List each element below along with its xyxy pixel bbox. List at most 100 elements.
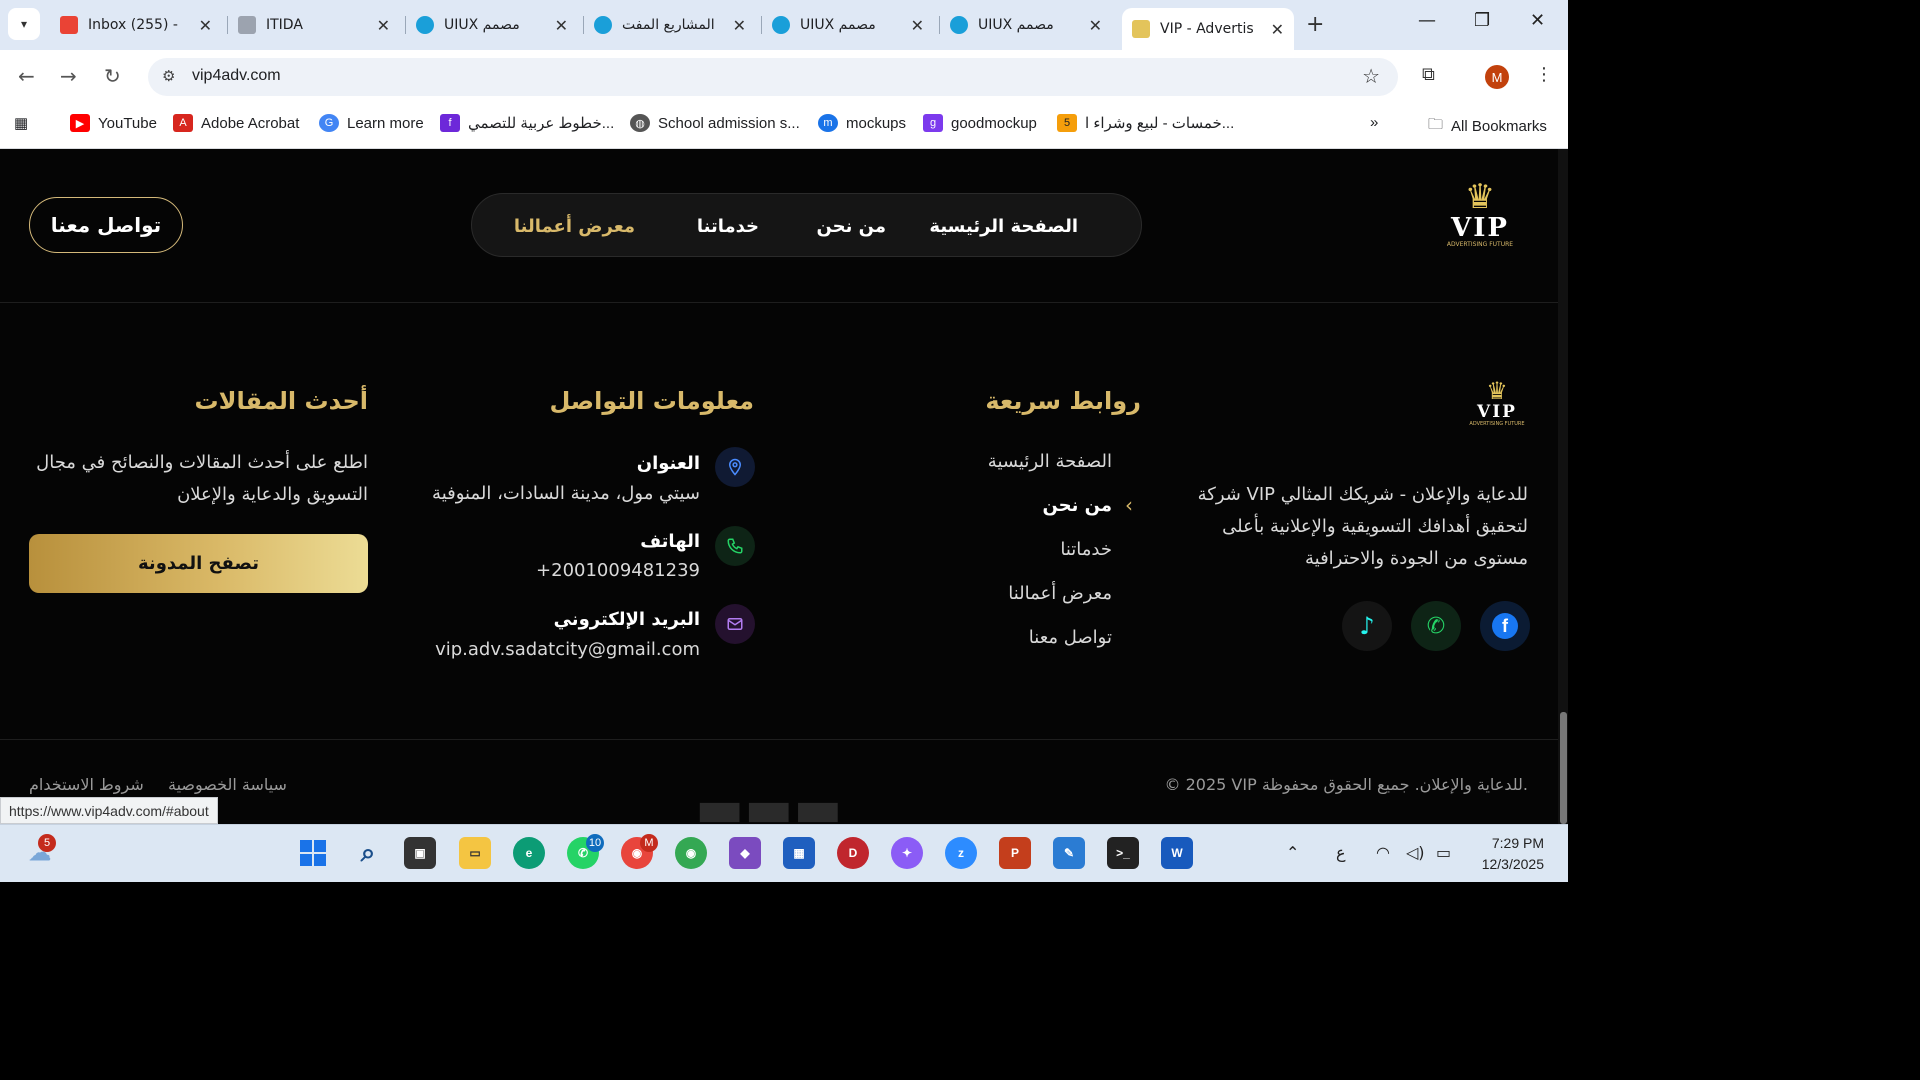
window-close-icon[interactable]: ✕ — [1530, 10, 1545, 31]
close-icon[interactable]: ✕ — [733, 16, 746, 35]
chevron-up-icon[interactable]: ⌃ — [1286, 843, 1299, 862]
phone-icon — [715, 526, 755, 566]
bookmark-star-icon[interactable]: ☆ — [1362, 64, 1380, 88]
more-bookmarks-icon[interactable]: » — [1370, 114, 1378, 131]
itida-icon — [238, 16, 256, 34]
articles-line: اطلع على أحدث المقالات والنصائح في مجال — [36, 452, 368, 473]
tab-gmail[interactable]: Inbox (255) - ✕ — [50, 8, 222, 42]
bookmark-learn-more[interactable]: G Learn more — [319, 114, 424, 132]
nav-home[interactable]: الصفحة الرئيسية — [929, 216, 1078, 237]
bookmark-mockups[interactable]: m mockups — [818, 114, 906, 132]
quick-link-portfolio[interactable]: معرض أعمالنا — [1008, 583, 1112, 604]
paint-icon[interactable]: ✎ — [1053, 837, 1085, 869]
bookmark-acrobat[interactable]: A Adobe Acrobat — [173, 114, 299, 132]
nav-about[interactable]: من نحن — [816, 216, 886, 237]
gmail-icon — [60, 16, 78, 34]
url-text[interactable]: vip4adv.com — [192, 67, 281, 85]
all-bookmarks-label: All Bookmarks — [1451, 118, 1547, 135]
contact-us-button[interactable]: تواصل معنا — [29, 197, 183, 253]
system-clock[interactable]: 7:29 PM 12/3/2025 — [1482, 833, 1544, 875]
bookmark-label: Adobe Acrobat — [201, 114, 300, 132]
extensions-icon[interactable]: ⧉ — [1422, 64, 1435, 85]
nav-portfolio[interactable]: معرض أعمالنا — [514, 216, 635, 237]
back-icon[interactable]: ← — [18, 64, 35, 88]
tab-projects[interactable]: المشاريع المفت ✕ — [583, 8, 756, 42]
header-logo[interactable]: ♛ VIP ADVERTISING FUTURE — [1430, 179, 1530, 248]
bookmark-school-admission[interactable]: ◍ School admission s... — [630, 114, 800, 132]
link-status-bar: https://www.vip4adv.com/#about — [0, 797, 218, 824]
quick-link-services[interactable]: خدماتنا — [1060, 539, 1112, 560]
khamsat-icon: 5 — [1057, 114, 1077, 132]
about-line: مستوى من الجودة والاحترافية — [1304, 548, 1528, 569]
page-content: تواصل معنا الصفحة الرئيسية من نحن خدماتن… — [0, 149, 1568, 824]
quick-link-about[interactable]: من نحن — [1042, 495, 1112, 516]
tab-itida[interactable]: ITIDA ✕ — [227, 8, 400, 42]
profile-avatar[interactable]: M — [1485, 65, 1509, 89]
nav-services[interactable]: خدماتنا — [697, 216, 759, 237]
search-icon[interactable]: ⌕ — [352, 837, 384, 869]
new-tab-icon[interactable]: + — [1306, 12, 1324, 37]
scrollbar[interactable] — [1558, 149, 1568, 824]
quick-link-contact[interactable]: تواصل معنا — [1029, 627, 1112, 648]
tiktok-link[interactable]: ♪ — [1342, 601, 1392, 651]
tab-uiux-2[interactable]: UIUX مصمم ✕ — [761, 8, 934, 42]
close-icon[interactable]: ✕ — [1089, 16, 1102, 35]
tab-vip-active[interactable]: VIP - Advertis ✕ — [1122, 8, 1294, 50]
file-explorer-icon[interactable]: ▭ — [459, 837, 491, 869]
edge-icon[interactable]: e — [513, 837, 545, 869]
reload-icon[interactable]: ↻ — [104, 64, 121, 88]
email-value[interactable]: vip.adv.sadatcity@gmail.com — [435, 639, 700, 660]
battery-icon[interactable]: ▭ — [1436, 843, 1451, 862]
tab-uiux-1[interactable]: UIUX مصمم ✕ — [405, 8, 578, 42]
minimize-icon[interactable]: — — [1418, 10, 1436, 31]
bookmark-youtube[interactable]: ▶ YouTube — [70, 114, 157, 132]
volume-icon[interactable]: ◁) — [1406, 843, 1425, 862]
bookmark-label: goodmockup — [951, 114, 1037, 132]
site-info-icon[interactable]: ⚙ — [162, 67, 175, 85]
word-icon[interactable]: W — [1161, 837, 1193, 869]
bookmark-khamsat[interactable]: 5 خمسات - لبيع وشراء ا... — [1057, 114, 1234, 132]
privacy-link[interactable]: سياسة الخصوصية — [168, 775, 287, 794]
tab-uiux-3[interactable]: UIUX مصمم ✕ — [939, 8, 1112, 42]
site-icon — [950, 16, 968, 34]
store-icon[interactable]: ▦ — [783, 837, 815, 869]
close-icon[interactable]: ✕ — [377, 16, 390, 35]
close-icon[interactable]: ✕ — [1271, 20, 1284, 39]
zoom-icon[interactable]: z — [945, 837, 977, 869]
quick-links-title: روابط سريعة — [985, 387, 1141, 415]
powerpoint-icon[interactable]: P — [999, 837, 1031, 869]
terminal-icon[interactable]: >_ — [1107, 837, 1139, 869]
bookmark-goodmockup[interactable]: g goodmockup — [923, 114, 1037, 132]
task-view-icon[interactable]: ▣ — [404, 837, 436, 869]
chevron-left-icon: ‹ — [1125, 493, 1133, 517]
restore-icon[interactable]: ❐ — [1474, 10, 1490, 31]
quick-link-home[interactable]: الصفحة الرئيسية — [988, 451, 1112, 472]
menu-icon[interactable]: ⋮ — [1535, 64, 1553, 85]
whatsapp-link[interactable]: ✆ — [1411, 601, 1461, 651]
close-icon[interactable]: ✕ — [199, 16, 212, 35]
chrome-icon[interactable]: ◉ — [675, 837, 707, 869]
forward-icon[interactable]: → — [60, 64, 77, 88]
copilot-icon[interactable]: ✦ — [891, 837, 923, 869]
tab-title: Inbox (255) - — [88, 17, 178, 33]
footer-divider — [0, 739, 1558, 740]
close-icon[interactable]: ✕ — [911, 16, 924, 35]
address-bar[interactable]: ⚙ vip4adv.com ☆ — [148, 58, 1398, 96]
facebook-link[interactable]: f — [1480, 601, 1530, 651]
start-icon[interactable] — [297, 837, 329, 869]
whatsapp-icon: ✆ — [1426, 613, 1446, 639]
tiktok-icon: ♪ — [1359, 612, 1375, 640]
wifi-icon[interactable]: ◠ — [1376, 843, 1390, 862]
input-language[interactable]: ع — [1336, 843, 1346, 862]
visual-studio-icon[interactable]: ◆ — [729, 837, 761, 869]
devcpp-icon[interactable]: D — [837, 837, 869, 869]
close-icon[interactable]: ✕ — [555, 16, 568, 35]
terms-link[interactable]: شروط الاستخدام — [29, 775, 144, 794]
browse-blog-button[interactable]: تصفح المدونة — [29, 534, 368, 593]
bookmark-arabic-fonts[interactable]: f خطوط عربية للتصمي... — [440, 114, 614, 132]
tab-search-button[interactable]: ▾ — [8, 8, 40, 40]
all-bookmarks[interactable]: 🗀 All Bookmarks — [1428, 114, 1547, 139]
scrollbar-thumb[interactable] — [1560, 712, 1567, 824]
apps-icon[interactable]: ▦ — [14, 114, 28, 132]
phone-value[interactable]: +2001009481239 — [536, 560, 700, 581]
